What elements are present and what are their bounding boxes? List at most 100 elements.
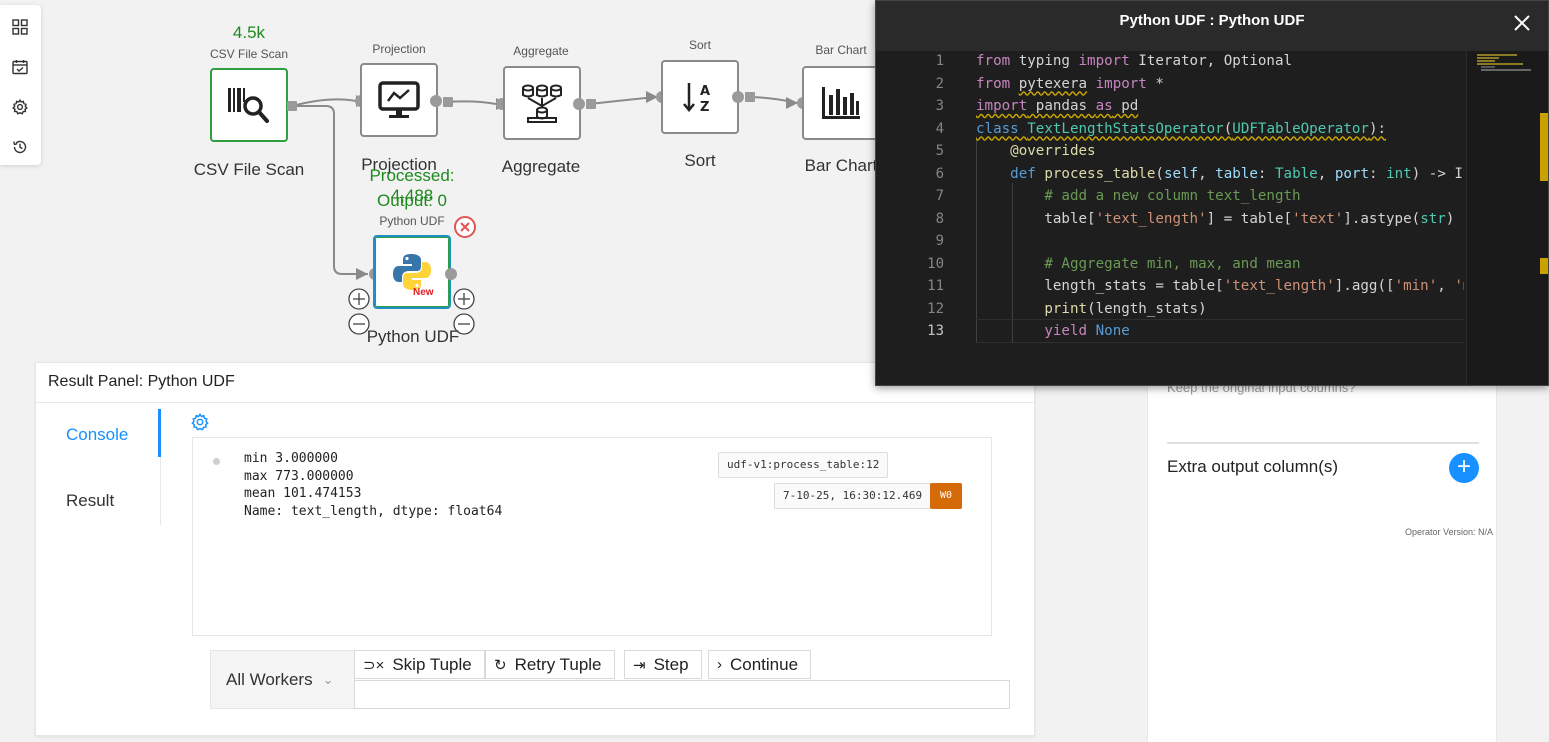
minimap-line (1477, 54, 1517, 56)
code-line: yield None (1044, 323, 1130, 339)
line-number: 6 (935, 165, 944, 182)
code-area[interactable]: from typing import Iterator, Optional fr… (976, 51, 1464, 387)
aggregate-op-label: Aggregate (501, 157, 581, 176)
line-number: 3 (935, 98, 944, 114)
projection-op-type: Projection (372, 42, 426, 56)
worker-badge: W0 (930, 483, 962, 509)
extra-output-label: Extra output column(s) (1167, 457, 1339, 476)
active-tab-indicator (158, 409, 161, 457)
csv-op-label: CSV File Scan (193, 160, 305, 179)
line-number: 1 (935, 53, 944, 69)
line-number: 10 (927, 255, 944, 272)
bar-chart-operator[interactable] (802, 66, 880, 140)
tab-result[interactable]: Result (66, 491, 114, 511)
line-number: 8 (935, 210, 944, 227)
code-line: import pandas as pd (976, 98, 1139, 114)
continue-label: Continue (730, 654, 799, 674)
code-line: length_stats = table['text_length'].agg(… (976, 278, 1464, 294)
workers-select[interactable]: All Workers ⌄ (210, 650, 355, 709)
sort-operator[interactable]: AZ (661, 60, 739, 134)
python-udf-operator[interactable]: New (373, 235, 451, 309)
aggregate-output-port[interactable] (573, 98, 585, 110)
add-input-port-icon[interactable] (348, 288, 370, 310)
csv-output-port[interactable] (287, 101, 297, 111)
projection-output-port[interactable] (430, 95, 442, 107)
svg-text:Z: Z (700, 100, 709, 115)
console-settings-gear-icon[interactable] (191, 413, 209, 431)
csv-file-scan-operator[interactable] (210, 68, 288, 142)
remove-operator-icon[interactable] (453, 215, 477, 239)
code-line: from pytexera import * (976, 75, 1164, 92)
editor-title: Python UDF : Python UDF (1119, 12, 1305, 29)
code-line: class TextLengthStatsOperator(UDFTableOp… (976, 120, 1387, 137)
close-icon[interactable] (1512, 13, 1532, 33)
workflow-canvas[interactable]: 4.5k CSV File Scan CSV File Scan Project… (0, 0, 880, 360)
udf-output-count: Output: 0 (377, 191, 447, 210)
debug-command-input[interactable] (354, 680, 1010, 709)
skip-tuple-label: Skip Tuple (392, 654, 472, 674)
code-line: print(length_stats) (1044, 300, 1207, 317)
sort-output-handle[interactable] (745, 92, 755, 102)
minimap-line (1477, 60, 1495, 62)
skip-tuple-button[interactable]: ⊃× Skip Tuple (354, 650, 485, 679)
aggregate-operator[interactable] (503, 66, 581, 140)
editor-scroll-marker (1540, 258, 1548, 274)
source-tag: udf-v1:process_table:12 (718, 452, 889, 478)
console-line: Name: text_length, dtype: float64 (244, 503, 503, 519)
continue-icon: › (717, 656, 722, 673)
projection-operator[interactable] (360, 63, 438, 137)
add-output-port-icon[interactable] (453, 288, 475, 310)
aggregate-icon (522, 84, 562, 123)
continue-button[interactable]: › Continue (708, 650, 812, 679)
sort-az-icon: AZ (683, 83, 710, 115)
aggregate-op-type: Aggregate (513, 44, 569, 58)
step-label: Step (653, 654, 689, 674)
line-number: 7 (935, 188, 944, 204)
console-message: min 3.000000 max 773.000000 mean 101.47415… (244, 450, 502, 520)
minimap-line (1477, 57, 1499, 59)
code-line: from typing import Iterator, Optional (976, 53, 1293, 69)
udf-output-port[interactable] (445, 268, 457, 280)
projection-output-handle[interactable] (443, 97, 453, 107)
workers-select-value: All Workers (226, 669, 313, 689)
retry-icon: ↻ (494, 656, 507, 674)
editor-header: Python UDF : Python UDF (876, 1, 1548, 51)
skip-icon: ⊃× (363, 656, 385, 674)
minimap-line (1481, 66, 1495, 68)
monitor-chart-icon (378, 81, 420, 118)
tab-console[interactable]: Console (66, 425, 128, 445)
editor-minimap[interactable] (1466, 51, 1548, 385)
result-panel: Result Panel: Python UDF Console Result … (35, 362, 1035, 736)
code-line: @overrides (1010, 143, 1096, 159)
console-output: min 3.000000 max 773.000000 mean 101.47415… (192, 437, 992, 636)
code-editor-window: Python UDF : Python UDF 1 2 3 4 5 6 7 8 … (875, 0, 1549, 386)
code-line: # add a new column text_length (1044, 188, 1301, 204)
barcode-search-icon (228, 88, 269, 123)
log-dot (213, 458, 220, 465)
csv-output-count: 4.5k (232, 23, 266, 42)
retry-tuple-button[interactable]: ↻ Retry Tuple (485, 650, 615, 679)
code-line: table['text_length'] = table['text'].ast… (976, 210, 1455, 227)
line-number: 5 (935, 143, 944, 159)
aggregate-output-handle[interactable] (586, 99, 596, 109)
minimap-line (1477, 63, 1523, 65)
sort-op-type: Sort (688, 38, 711, 52)
csv-op-type: CSV File Scan (209, 47, 289, 61)
sort-output-port[interactable] (732, 91, 744, 103)
editor-scrollbar-thumb[interactable] (1540, 113, 1548, 181)
timestamp-tag: 7-10-25, 16:30:12.469 (774, 483, 932, 509)
operator-version: Operator Version: N/A (1404, 527, 1493, 537)
property-panel: Keep the original input columns? Extra o… (1147, 360, 1497, 742)
divider (1167, 442, 1479, 444)
console-line: mean 101.474153 (244, 486, 362, 501)
line-number-gutter: 1 2 3 4 5 6 7 8 9 10 11 12 13 (876, 51, 956, 387)
result-panel-title: Result Panel: Python UDF (48, 373, 235, 390)
bar-chart-icon (822, 87, 860, 119)
line-number: 2 (935, 75, 944, 92)
svg-text:A: A (700, 84, 710, 99)
line-number: 4 (935, 120, 944, 137)
line-number: 13 (927, 323, 944, 339)
step-button[interactable]: ⇥ Step (624, 650, 702, 679)
add-output-column-button[interactable]: + (1449, 453, 1479, 483)
